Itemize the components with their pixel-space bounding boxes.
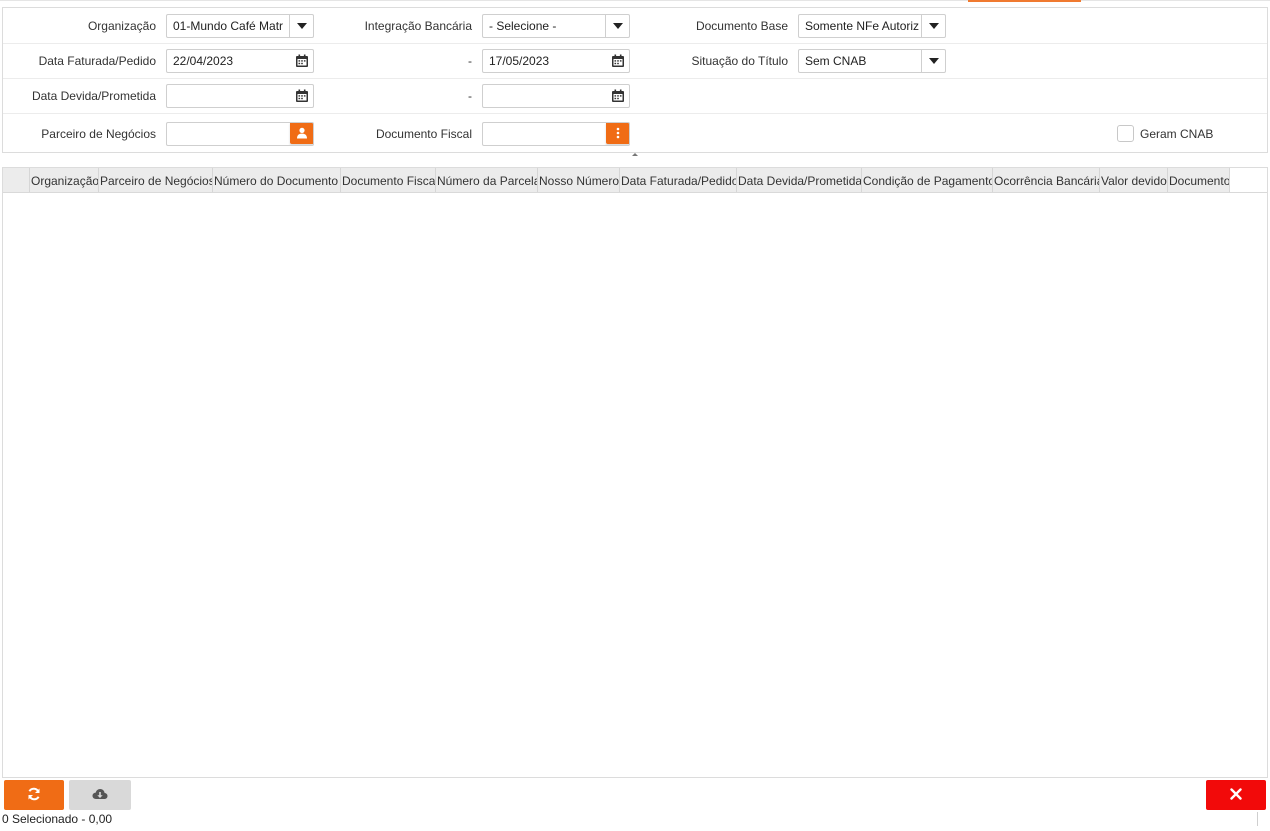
integracao-bancaria-value: - Selecione - (489, 19, 557, 33)
selection-status: 0 Selecionado - 0,00 (2, 812, 113, 826)
col-parceiro[interactable]: Parceiro de Negócios (98, 168, 212, 192)
calendar-icon[interactable] (607, 85, 629, 107)
chevron-down-icon[interactable] (921, 15, 945, 37)
chevron-down-icon[interactable] (605, 15, 629, 37)
col-numero-documento[interactable]: Número do Documento (212, 168, 340, 192)
calendar-icon[interactable] (291, 85, 313, 107)
organizacao-value: 01-Mundo Café Matr (173, 19, 284, 33)
parceiro-input[interactable] (166, 122, 314, 146)
chevron-down-icon[interactable] (289, 15, 313, 37)
close-icon (1230, 787, 1242, 803)
integracao-bancaria-select[interactable]: - Selecione - (482, 14, 630, 38)
date-range-separator: - (468, 89, 472, 103)
situacao-titulo-select[interactable]: Sem CNAB (798, 49, 946, 73)
user-icon[interactable] (290, 123, 313, 144)
organizacao-label: Organização (87, 19, 156, 33)
active-tab-indicator (968, 0, 1081, 2)
calendar-icon[interactable] (607, 50, 629, 72)
date-range-separator: - (468, 54, 472, 68)
documento-base-select[interactable]: Somente NFe Autoriz (798, 14, 946, 38)
geram-cnab-label: Geram CNAB (1140, 127, 1214, 141)
col-organizacao[interactable]: Organização (29, 168, 98, 192)
col-nosso-numero[interactable]: Nosso Número (537, 168, 619, 192)
documento-fiscal-label: Documento Fiscal (375, 127, 472, 141)
data-faturada-label: Data Faturada/Pedido (38, 54, 156, 68)
organizacao-select[interactable]: 01-Mundo Café Matr (166, 14, 314, 38)
col-valor-devido[interactable]: Valor devido (1099, 168, 1167, 192)
situacao-titulo-label: Situação do Título (691, 54, 788, 68)
col-data-devida[interactable]: Data Devida/Prometida (736, 168, 861, 192)
divider (1257, 812, 1258, 826)
close-button[interactable] (1206, 780, 1266, 810)
calendar-icon[interactable] (291, 50, 313, 72)
chevron-down-icon[interactable] (921, 50, 945, 72)
data-faturada-from-value: 22/04/2023 (173, 54, 234, 68)
integracao-bancaria-label: Integração Bancária (364, 19, 472, 33)
geram-cnab-checkbox[interactable] (1117, 125, 1134, 142)
header-filler (1229, 168, 1267, 192)
data-devida-to-input[interactable] (482, 84, 630, 108)
col-condicao-pagamento[interactable]: Condição de Pagamento (861, 168, 992, 192)
download-button[interactable] (69, 780, 131, 810)
cloud-download-icon (92, 788, 108, 803)
parceiro-label: Parceiro de Negócios (41, 127, 156, 141)
documento-fiscal-input[interactable] (482, 122, 630, 146)
col-documento[interactable]: Documento (1167, 168, 1229, 192)
col-ocorrencia-bancaria[interactable]: Ocorrência Bancária (992, 168, 1099, 192)
row-selector-header[interactable] (3, 168, 29, 192)
col-data-faturada[interactable]: Data Faturada/Pedido (619, 168, 736, 192)
refresh-icon (27, 787, 41, 804)
data-devida-from-input[interactable] (166, 84, 314, 108)
data-devida-label: Data Devida/Prometida (31, 89, 156, 103)
data-faturada-to-value: 17/05/2023 (489, 54, 550, 68)
row-divider (3, 78, 1267, 79)
documento-base-value: Somente NFe Autoriz (805, 19, 920, 33)
situacao-titulo-value: Sem CNAB (805, 54, 867, 68)
col-documento-fiscal[interactable]: Documento Fiscal (340, 168, 435, 192)
col-numero-parcela[interactable]: Número da Parcela (435, 168, 537, 192)
documento-base-label: Documento Base (695, 19, 788, 33)
grid-header: Organização Parceiro de Negócios Número … (3, 168, 1267, 193)
more-vertical-icon[interactable] (606, 123, 629, 144)
collapse-filters-icon[interactable] (632, 153, 638, 156)
results-grid: Organização Parceiro de Negócios Número … (2, 167, 1268, 778)
data-faturada-to-input[interactable]: 17/05/2023 (482, 49, 630, 73)
data-faturada-from-input[interactable]: 22/04/2023 (166, 49, 314, 73)
row-divider (3, 113, 1267, 114)
row-divider (3, 43, 1267, 44)
refresh-button[interactable] (4, 780, 64, 810)
